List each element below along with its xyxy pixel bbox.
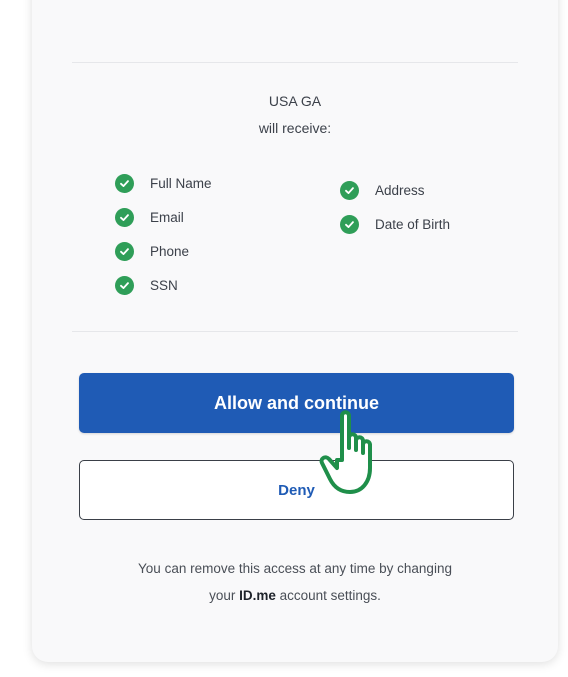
bottom-divider <box>72 331 518 332</box>
attribute-label: Phone <box>150 243 190 259</box>
attribute-phone: Phone <box>115 234 212 268</box>
attribute-label: Full Name <box>150 175 212 191</box>
check-circle-icon <box>115 241 134 261</box>
attribute-label: Address <box>375 182 425 198</box>
top-divider <box>72 62 518 63</box>
footnote-line-2: your ID.me account settings. <box>32 582 558 609</box>
attribute-email: Email <box>115 200 212 234</box>
attribute-label: Email <box>150 209 184 225</box>
check-circle-icon <box>340 180 359 200</box>
footnote-suffix: account settings. <box>279 588 381 603</box>
deny-button[interactable]: Deny <box>79 460 514 520</box>
will-receive-label: will receive: <box>258 120 332 136</box>
attribute-list-left: Full Name Email Phone SSN <box>115 166 212 302</box>
check-circle-icon <box>340 214 359 234</box>
attribute-label: SSN <box>150 277 178 293</box>
footnote-line-1: You can remove this access at any time b… <box>138 561 452 576</box>
access-footnote: You can remove this access at any time b… <box>32 555 558 609</box>
footnote-prefix: your <box>209 588 236 603</box>
attribute-label: Date of Birth <box>375 216 451 232</box>
organization-name: USA GA <box>268 93 322 109</box>
attribute-date-of-birth: Date of Birth <box>340 207 450 241</box>
check-circle-icon <box>115 207 134 227</box>
check-circle-icon <box>115 275 134 295</box>
check-circle-icon <box>115 173 134 193</box>
attribute-list-right: Address Date of Birth <box>340 173 450 241</box>
allow-and-continue-button[interactable]: Allow and continue <box>79 373 514 433</box>
attribute-ssn: SSN <box>115 268 212 302</box>
hand-pointer-icon <box>319 410 372 494</box>
attribute-full-name: Full Name <box>115 166 212 200</box>
attribute-address: Address <box>340 173 450 207</box>
idme-brand-link[interactable]: ID.me <box>239 588 276 603</box>
